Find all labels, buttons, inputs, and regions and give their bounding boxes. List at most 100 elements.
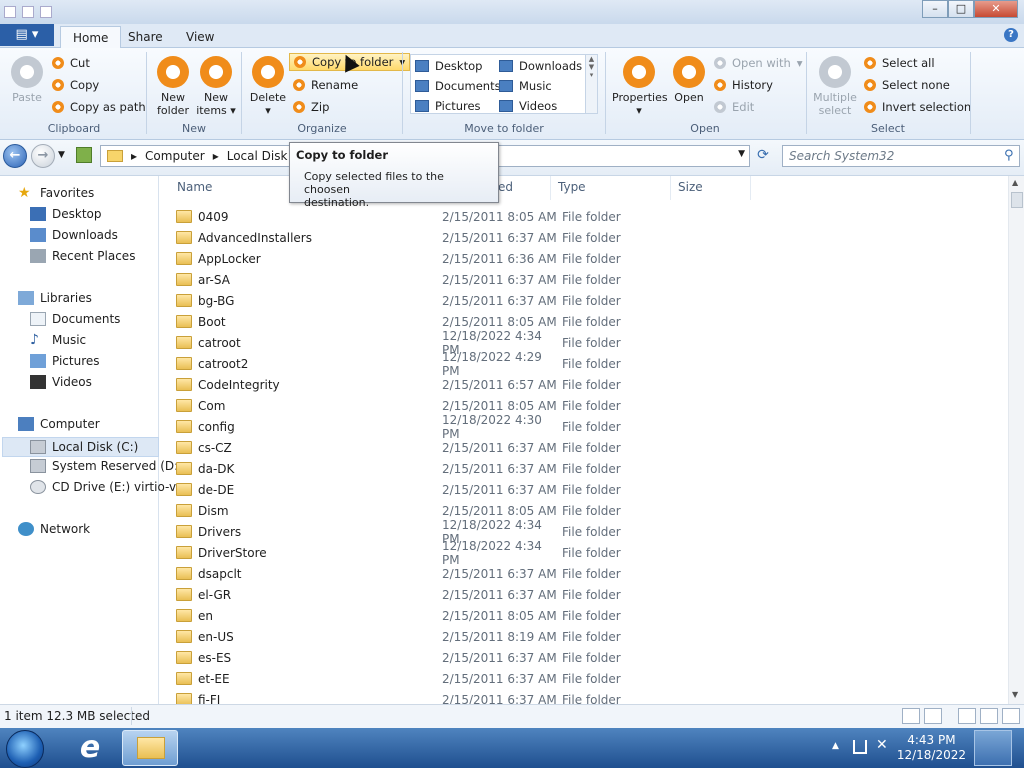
scroll-up-icon[interactable]: ▲ [1012, 178, 1018, 187]
table-row[interactable]: catroot2 12/18/2022 4:29 PM File folder [176, 350, 736, 378]
nav-desktop-label: Desktop [52, 207, 102, 221]
multiple-select-button[interactable]: Multiple select [812, 56, 858, 117]
rename-button[interactable]: Rename [293, 76, 358, 94]
nav-computer[interactable]: Computer [18, 417, 175, 431]
drive-icon [30, 440, 46, 454]
file-type: File folder [562, 314, 621, 329]
column-header-date[interactable]: ed [498, 180, 513, 194]
table-row[interactable]: en 2/15/2011 8:05 AM File folder [176, 605, 736, 626]
show-hidden-icons[interactable]: ▲ [832, 741, 839, 751]
table-row[interactable]: bg-BG 2/15/2011 6:37 AM File folder [176, 290, 736, 311]
copy-as-path-button[interactable]: Copy as path [52, 98, 146, 116]
tab-home[interactable]: Home [60, 26, 122, 48]
new-items-button[interactable]: New items ▾ [196, 56, 236, 117]
file-type: File folder [562, 419, 621, 434]
table-row[interactable]: da-DK 2/15/2011 6:37 AM File folder [176, 458, 736, 479]
gallery-scroll-button[interactable]: ▲ ▼ ▾ [585, 55, 597, 113]
list-view-icon[interactable] [1002, 708, 1020, 724]
refresh-icon[interactable]: ⟳ [754, 147, 772, 165]
new-folder-button[interactable]: New folder [154, 56, 192, 117]
show-desktop-button[interactable] [974, 730, 1012, 766]
file-menu-button[interactable]: ▤ ▾ [0, 24, 54, 46]
preview-pane-icon[interactable] [924, 708, 942, 724]
zip-button[interactable]: Zip [293, 98, 329, 116]
table-row[interactable]: DriverStore 12/18/2022 4:34 PM File folder [176, 539, 736, 567]
nav-documents-label: Documents [52, 312, 121, 326]
search-input[interactable]: Search System32 [782, 145, 1020, 167]
star-icon: ★ [18, 186, 31, 200]
paste-button[interactable]: Paste [8, 56, 46, 104]
move-to-music[interactable]: Music [499, 77, 552, 95]
maximize-button[interactable]: □ [948, 0, 974, 18]
column-header-size[interactable]: Size [678, 180, 703, 194]
properties-button[interactable]: Properties ▾ [612, 56, 668, 117]
table-row[interactable]: et-EE 2/15/2011 6:37 AM File folder [176, 668, 736, 689]
table-row[interactable]: ar-SA 2/15/2011 6:37 AM File folder [176, 269, 736, 290]
large-icons-view-icon[interactable] [958, 708, 976, 724]
move-to-pictures[interactable]: Pictures [415, 97, 481, 115]
move-to-desktop[interactable]: Desktop [415, 57, 482, 75]
file-name: de-DE [198, 482, 235, 497]
delete-button[interactable]: Delete ▾ [248, 56, 288, 117]
nav-favorites[interactable]: ★ Favorites [18, 186, 175, 200]
start-button[interactable] [6, 730, 44, 768]
table-row[interactable]: es-ES 2/15/2011 6:37 AM File folder [176, 647, 736, 668]
table-row[interactable]: cs-CZ 2/15/2011 6:37 AM File folder [176, 437, 736, 458]
nav-network[interactable]: Network [18, 522, 175, 536]
details-pane-icon[interactable] [980, 708, 998, 724]
move-to-downloads[interactable]: Downloads [499, 57, 582, 75]
table-row[interactable]: AdvancedInstallers 2/15/2011 6:37 AM File … [176, 227, 736, 248]
breadcrumb-computer[interactable]: Computer [145, 149, 205, 163]
select-none-button[interactable]: Select none [864, 76, 950, 94]
help-icon[interactable]: ? [1004, 28, 1018, 42]
table-row[interactable]: 0409 2/15/2011 8:05 AM File folder [176, 206, 736, 227]
edit-button[interactable]: Edit [714, 98, 754, 116]
tab-view[interactable]: View [174, 26, 226, 48]
table-row[interactable]: el-GR 2/15/2011 6:37 AM File folder [176, 584, 736, 605]
forward-button[interactable]: → [31, 144, 55, 168]
table-row[interactable]: dsapclt 2/15/2011 6:37 AM File folder [176, 563, 736, 584]
volume-muted-icon[interactable]: ✕ [876, 737, 888, 753]
column-header-name[interactable]: Name [177, 180, 212, 194]
action-center-icon[interactable] [853, 740, 867, 754]
address-dropdown-icon[interactable]: ▼ [738, 149, 745, 159]
recent-locations-dropdown[interactable]: ▼ [58, 150, 65, 160]
vertical-scrollbar[interactable]: ▲ ▼ [1008, 176, 1024, 704]
zip-label: Zip [311, 100, 330, 114]
copy-button[interactable]: Copy [52, 76, 99, 94]
open-with-button[interactable]: Open with ▾ [714, 54, 803, 72]
minimize-button[interactable]: – [922, 0, 948, 18]
details-view-icon[interactable] [902, 708, 920, 724]
table-row[interactable]: en-US 2/15/2011 8:19 AM File folder [176, 626, 736, 647]
table-row[interactable]: de-DE 2/15/2011 6:37 AM File folder [176, 479, 736, 500]
invert-selection-button[interactable]: Invert selection [864, 98, 971, 116]
file-date: 2/15/2011 6:37 AM [442, 461, 557, 476]
search-icon[interactable]: ⚲ [1004, 148, 1014, 163]
table-row[interactable]: AppLocker 2/15/2011 6:36 AM File folder [176, 248, 736, 269]
open-button[interactable]: Open [670, 56, 708, 104]
table-row[interactable]: config 12/18/2022 4:30 PM File folder [176, 413, 736, 441]
nav-local-disk[interactable]: Local Disk (C:) [2, 437, 159, 457]
scrollbar-thumb[interactable] [1011, 192, 1023, 208]
quick-access-toolbar[interactable] [4, 4, 90, 20]
select-all-button[interactable]: Select all [864, 54, 935, 72]
nav-libraries[interactable]: Libraries [18, 291, 175, 305]
taskbar-clock[interactable]: 4:43 PM 12/18/2022 [897, 733, 966, 763]
folder-icon [176, 441, 192, 454]
tab-share[interactable]: Share [116, 26, 175, 48]
column-header-type[interactable]: Type [558, 180, 586, 194]
cut-button[interactable]: Cut [52, 54, 90, 72]
internet-explorer-icon[interactable]: e [62, 730, 118, 766]
file-date: 2/15/2011 8:05 AM [442, 209, 557, 224]
move-to-documents[interactable]: Documents [415, 77, 501, 95]
table-row[interactable]: fi-FI 2/15/2011 6:37 AM File folder [176, 689, 736, 704]
back-button[interactable]: ← [3, 144, 27, 168]
close-button[interactable]: ✕ [974, 0, 1018, 18]
up-folder-icon[interactable] [76, 147, 92, 163]
table-row[interactable]: CodeIntegrity 2/15/2011 6:57 AM File folde… [176, 374, 736, 395]
move-to-videos[interactable]: Videos [499, 97, 557, 115]
history-button[interactable]: History [714, 76, 773, 94]
file-type: File folder [562, 545, 621, 560]
file-explorer-taskbar-button[interactable] [122, 730, 178, 766]
scroll-down-icon[interactable]: ▼ [1012, 690, 1018, 699]
